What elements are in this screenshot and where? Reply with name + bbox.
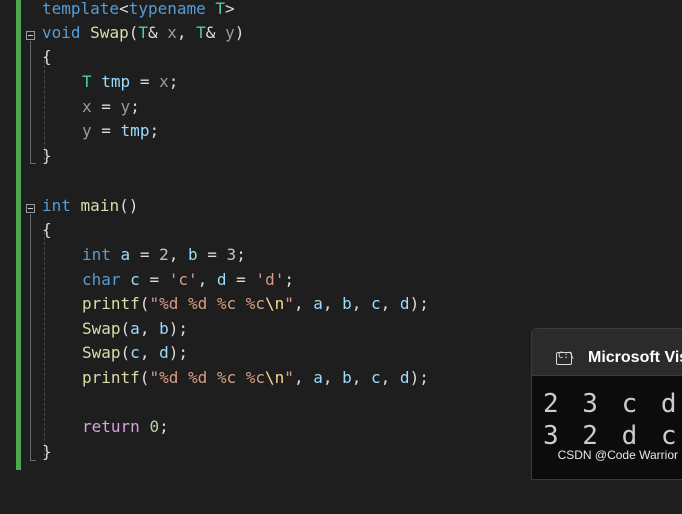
type-name: T: [196, 23, 206, 42]
param: y: [82, 121, 92, 140]
variable: tmp: [101, 72, 131, 91]
string-literal: "%d %d %c %c: [149, 368, 266, 387]
variable: d: [399, 368, 410, 387]
keyword: void: [42, 23, 81, 42]
escape-sequence: \n: [265, 368, 285, 387]
param: y: [120, 97, 131, 116]
variable: d: [159, 343, 169, 362]
code-line[interactable]: x = y;: [0, 95, 140, 120]
char-literal: 'd': [255, 270, 285, 289]
indent-guide: [44, 232, 45, 456]
keyword: return: [82, 417, 140, 436]
terminal-icon: C:\: [556, 351, 574, 365]
code-line[interactable]: return 0;: [0, 415, 169, 440]
code-line[interactable]: {: [0, 218, 52, 243]
string-literal: "%d %d %c %c: [149, 294, 266, 313]
keyword: typename: [128, 0, 206, 18]
variable: a: [130, 319, 140, 338]
function-name: Swap: [90, 23, 129, 42]
code-line[interactable]: template<typename T>: [0, 0, 235, 22]
code-line[interactable]: y = tmp;: [0, 119, 159, 144]
variable: c: [371, 294, 381, 313]
code-line[interactable]: Swap(c, d);: [0, 341, 188, 366]
variable: a: [120, 245, 131, 264]
console-output-line: 2 3 c d: [543, 389, 681, 419]
param: x: [159, 72, 169, 91]
code-line[interactable]: printf("%d %d %c %c\n", a, b, c, d);: [0, 292, 429, 317]
keyword: int: [82, 245, 111, 264]
param: y: [225, 23, 235, 42]
variable: c: [130, 270, 140, 289]
number: 3: [226, 245, 237, 264]
code-line[interactable]: void Swap(T& x, T& y): [0, 21, 244, 46]
function-name: printf: [82, 368, 140, 387]
keyword: template: [42, 0, 120, 18]
code-line[interactable]: char c = 'c', d = 'd';: [0, 268, 294, 293]
code-line[interactable]: int main(): [0, 194, 138, 219]
type-name: T: [82, 72, 92, 91]
code-line[interactable]: {: [0, 45, 52, 70]
number: 2: [159, 245, 169, 264]
string-literal: ": [284, 368, 294, 387]
variable: tmp: [120, 121, 150, 140]
watermark: CSDN @Code Warrior: [557, 448, 678, 462]
variable: a: [313, 294, 323, 313]
variable: a: [313, 368, 323, 387]
console-title-bar[interactable]: C:\ Microsoft Visu: [532, 329, 682, 376]
function-name: printf: [82, 294, 140, 313]
code-line[interactable]: printf("%d %d %c %c\n", a, b, c, d);: [0, 366, 429, 391]
variable: b: [159, 319, 169, 338]
keyword: char: [82, 270, 121, 289]
code-line[interactable]: Swap(a, b);: [0, 317, 188, 342]
param: x: [82, 97, 92, 116]
console-title: Microsoft Visu: [588, 349, 682, 366]
type-name: T: [215, 0, 226, 18]
number: 0: [149, 417, 160, 436]
variable: d: [399, 294, 410, 313]
function-name: main: [80, 196, 120, 215]
variable: b: [342, 294, 352, 313]
string-literal: ": [284, 294, 294, 313]
code-line[interactable]: }: [0, 440, 52, 465]
keyword: int: [42, 196, 71, 215]
code-line[interactable]: int a = 2, b = 3;: [0, 243, 246, 268]
type-name: T: [138, 23, 148, 42]
variable: c: [130, 343, 140, 362]
escape-sequence: \n: [265, 294, 285, 313]
code-line[interactable]: T tmp = x;: [0, 70, 178, 95]
console-output-line: 3 2 d c: [543, 421, 681, 451]
variable: c: [371, 368, 381, 387]
function-name: Swap: [82, 343, 121, 362]
variable: b: [188, 245, 198, 264]
variable: b: [342, 368, 352, 387]
variable: d: [216, 270, 227, 289]
char-literal: 'c': [168, 270, 198, 289]
function-name: Swap: [82, 319, 121, 338]
code-line[interactable]: }: [0, 144, 52, 169]
param: x: [167, 23, 177, 42]
